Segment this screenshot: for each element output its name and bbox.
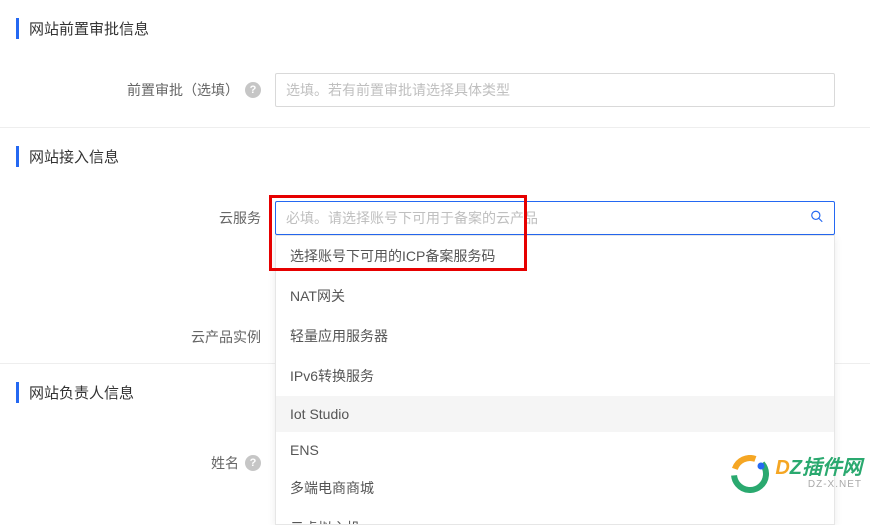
divider: [0, 127, 870, 128]
label-name-text: 姓名: [211, 453, 239, 473]
search-icon: [810, 210, 824, 227]
cloud-select-wrap: 必填。请选择账号下可用于备案的云产品 选择账号下可用的ICP备案服务码 NAT网…: [275, 201, 835, 235]
dropdown-item-light[interactable]: 轻量应用服务器: [276, 316, 834, 356]
dropdown-item-icp[interactable]: 选择账号下可用的ICP备案服务码: [276, 236, 834, 276]
cloud-select[interactable]: 必填。请选择账号下可用于备案的云产品: [275, 201, 835, 235]
watermark-logo: [731, 455, 769, 493]
wm-rest: 插件网: [802, 457, 862, 479]
section-header-preapproval: 网站前置审批信息: [16, 18, 870, 39]
label-cloud-text: 云服务: [219, 208, 261, 228]
dropdown-item-ipv6[interactable]: IPv6转换服务: [276, 356, 834, 396]
label-preapproval: 前置审批（选填） ?: [0, 80, 275, 100]
wm-sub: DZ-X.NET: [775, 480, 862, 490]
watermark-text: DZ插件网 DZ-X.NET: [775, 458, 862, 490]
label-instance-text: 云产品实例: [191, 327, 261, 347]
row-cloud-service: 云服务 必填。请选择账号下可用于备案的云产品 选择账号下可用的ICP备案服务码 …: [0, 191, 870, 245]
dropdown-item-nat[interactable]: NAT网关: [276, 276, 834, 316]
watermark: DZ插件网 DZ-X.NET: [731, 455, 862, 493]
help-icon-name[interactable]: ?: [245, 455, 261, 471]
label-name: 姓名 ?: [0, 453, 275, 473]
wm-d: D: [775, 457, 789, 479]
row-preapproval: 前置审批（选填） ?: [0, 63, 870, 117]
section-header-access: 网站接入信息: [16, 146, 870, 167]
dropdown-item-vhost[interactable]: 云虚拟主机: [276, 508, 834, 525]
label-instance: 云产品实例: [0, 327, 275, 347]
wm-z: Z: [790, 457, 802, 479]
dropdown-item-iot[interactable]: Iot Studio: [276, 396, 834, 432]
label-preapproval-text: 前置审批（选填）: [127, 80, 239, 100]
label-cloud-service: 云服务: [0, 208, 275, 228]
preapproval-input[interactable]: [275, 73, 835, 107]
cloud-select-placeholder: 必填。请选择账号下可用于备案的云产品: [286, 208, 538, 228]
help-icon[interactable]: ?: [245, 82, 261, 98]
